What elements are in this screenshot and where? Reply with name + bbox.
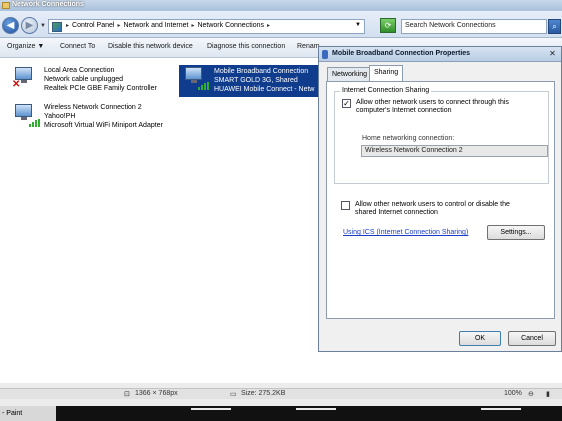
signal-strength-icon — [198, 82, 210, 90]
forward-button[interactable]: ▶ — [21, 17, 38, 34]
image-dimensions: 1366 × 768px — [135, 390, 178, 397]
connection-adapter: Realtek PCIe GBE Family Controller — [44, 85, 157, 92]
diagnose-button[interactable]: Diagnose this connection — [207, 43, 285, 50]
dialog-title-bar: Mobile Broadband Connection Properties ✕ — [319, 47, 561, 62]
ics-help-link[interactable]: Using ICS (Internet Connection Sharing) — [343, 229, 468, 236]
sharing-panel: Internet Connection Sharing ✓ Allow othe… — [326, 81, 555, 319]
connection-name: Local Area Connection — [44, 67, 115, 74]
breadcrumb-network-connections[interactable]: Network Connections — [197, 22, 264, 29]
cancel-button[interactable]: Cancel — [508, 331, 556, 346]
back-button[interactable]: ◀ — [2, 17, 19, 34]
file-size: Size: 275.2KB — [241, 390, 286, 397]
connection-name: Mobile Broadband Connection — [214, 68, 309, 75]
zoom-out-icon[interactable]: ⊖ — [528, 390, 534, 398]
allow-connect-label[interactable]: Allow other network users to connect thr… — [356, 99, 509, 115]
canvas-stroke — [481, 408, 521, 418]
address-bar[interactable]: ▸ Control Panel ▸ Network and Internet ▸… — [48, 19, 365, 34]
settings-button[interactable]: Settings... — [487, 225, 545, 240]
search-input[interactable]: Search Network Connections — [401, 19, 547, 34]
paint-status-area: ⊡ 1366 × 768px ▭ Size: 275.2KB 100% ⊖ ▮ … — [0, 383, 562, 421]
group-title: Internet Connection Sharing — [340, 87, 432, 94]
chevron-right-icon[interactable]: ▸ — [191, 22, 194, 29]
connection-adapter: Microsoft Virtual WiFi Miniport Adapter — [44, 122, 163, 129]
chevron-right-icon: ▸ — [66, 23, 70, 29]
dialog-title: Mobile Broadband Connection Properties — [332, 50, 471, 57]
connection-adapter: HUAWEI Mobile Connect - Netw — [214, 86, 315, 93]
window-title: Network Connections — [12, 1, 84, 8]
allow-connect-checkbox[interactable]: ✓ — [342, 99, 351, 108]
chevron-right-icon[interactable]: ▸ — [267, 22, 270, 29]
allow-control-label[interactable]: Allow other network users to control or … — [355, 201, 510, 217]
close-icon[interactable]: ✕ — [547, 49, 558, 59]
home-network-label: Home networking connection: — [362, 135, 455, 142]
refresh-button[interactable]: ⟳ — [380, 18, 396, 33]
allow-connect-line2: computer's Internet connection — [356, 107, 452, 114]
breadcrumb-control-panel[interactable]: Control Panel — [72, 22, 114, 29]
ok-button[interactable]: OK — [459, 331, 501, 346]
folder-icon — [2, 2, 10, 9]
signal-strength-icon — [29, 119, 41, 127]
canvas-stroke — [191, 408, 231, 418]
taskbar: - Paint — [0, 406, 562, 421]
home-network-select[interactable]: Wireless Network Connection 2 — [361, 145, 548, 157]
connection-status: Network cable unplugged — [44, 76, 123, 83]
canvas-strip — [56, 406, 562, 421]
connection-status: Yahoo!PH — [44, 113, 76, 120]
disconnected-icon: ✕ — [12, 79, 21, 90]
list-item-mobile-broadband[interactable]: Mobile Broadband Connection SMART GOLD 3… — [179, 65, 320, 97]
tab-sharing[interactable]: Sharing — [369, 65, 404, 82]
chevron-down-icon[interactable]: ▼ — [355, 22, 361, 28]
breadcrumb-network-internet[interactable]: Network and Internet — [123, 22, 188, 29]
zoom-slider[interactable]: ▮ — [546, 390, 550, 398]
properties-dialog: Mobile Broadband Connection Properties ✕… — [318, 46, 562, 352]
zoom-level: 100% — [504, 390, 522, 397]
disable-device-button[interactable]: Disable this network device — [108, 43, 193, 50]
taskbar-item-paint[interactable]: - Paint — [2, 410, 22, 417]
list-item-local-area[interactable]: ✕ Local Area Connection Network cable un… — [12, 66, 172, 94]
control-panel-icon — [52, 22, 62, 32]
allow-control-checkbox[interactable] — [341, 201, 350, 210]
connections-list: ✕ Local Area Connection Network cable un… — [0, 59, 320, 383]
allow-connect-line1: Allow other network users to connect thr… — [356, 99, 509, 106]
tab-networking[interactable]: Networking — [327, 67, 373, 81]
address-row: ◀ ▶ ▼ ▸ Control Panel ▸ Network and Inte… — [0, 11, 562, 38]
connection-status: SMART GOLD 3G, Shared — [214, 77, 298, 84]
list-item-wireless[interactable]: Wireless Network Connection 2 Yahoo!PH M… — [12, 103, 182, 131]
connection-name: Wireless Network Connection 2 — [44, 104, 142, 111]
organize-button[interactable]: Organize ▼ — [7, 43, 44, 50]
title-bar: Network Connections — [0, 0, 562, 11]
breadcrumb: ▸ Control Panel ▸ Network and Internet ▸… — [66, 22, 270, 29]
size-icon: ▭ — [230, 391, 237, 398]
modem-icon — [322, 50, 328, 59]
history-dropdown-icon[interactable]: ▼ — [40, 23, 46, 29]
status-bar: ⊡ 1366 × 768px ▭ Size: 275.2KB 100% ⊖ ▮ — [0, 388, 562, 399]
chevron-right-icon[interactable]: ▸ — [117, 22, 120, 29]
ics-group: Internet Connection Sharing ✓ Allow othe… — [334, 87, 549, 184]
connect-to-button[interactable]: Connect To — [60, 43, 95, 50]
canvas-stroke — [296, 408, 336, 418]
dimension-icon: ⊡ — [124, 391, 130, 398]
allow-control-line1: Allow other network users to control or … — [355, 201, 510, 208]
search-icon[interactable]: ⌕ — [548, 19, 561, 34]
allow-control-line2: shared Internet connection — [355, 209, 438, 216]
rename-button[interactable]: Renam — [297, 43, 320, 50]
